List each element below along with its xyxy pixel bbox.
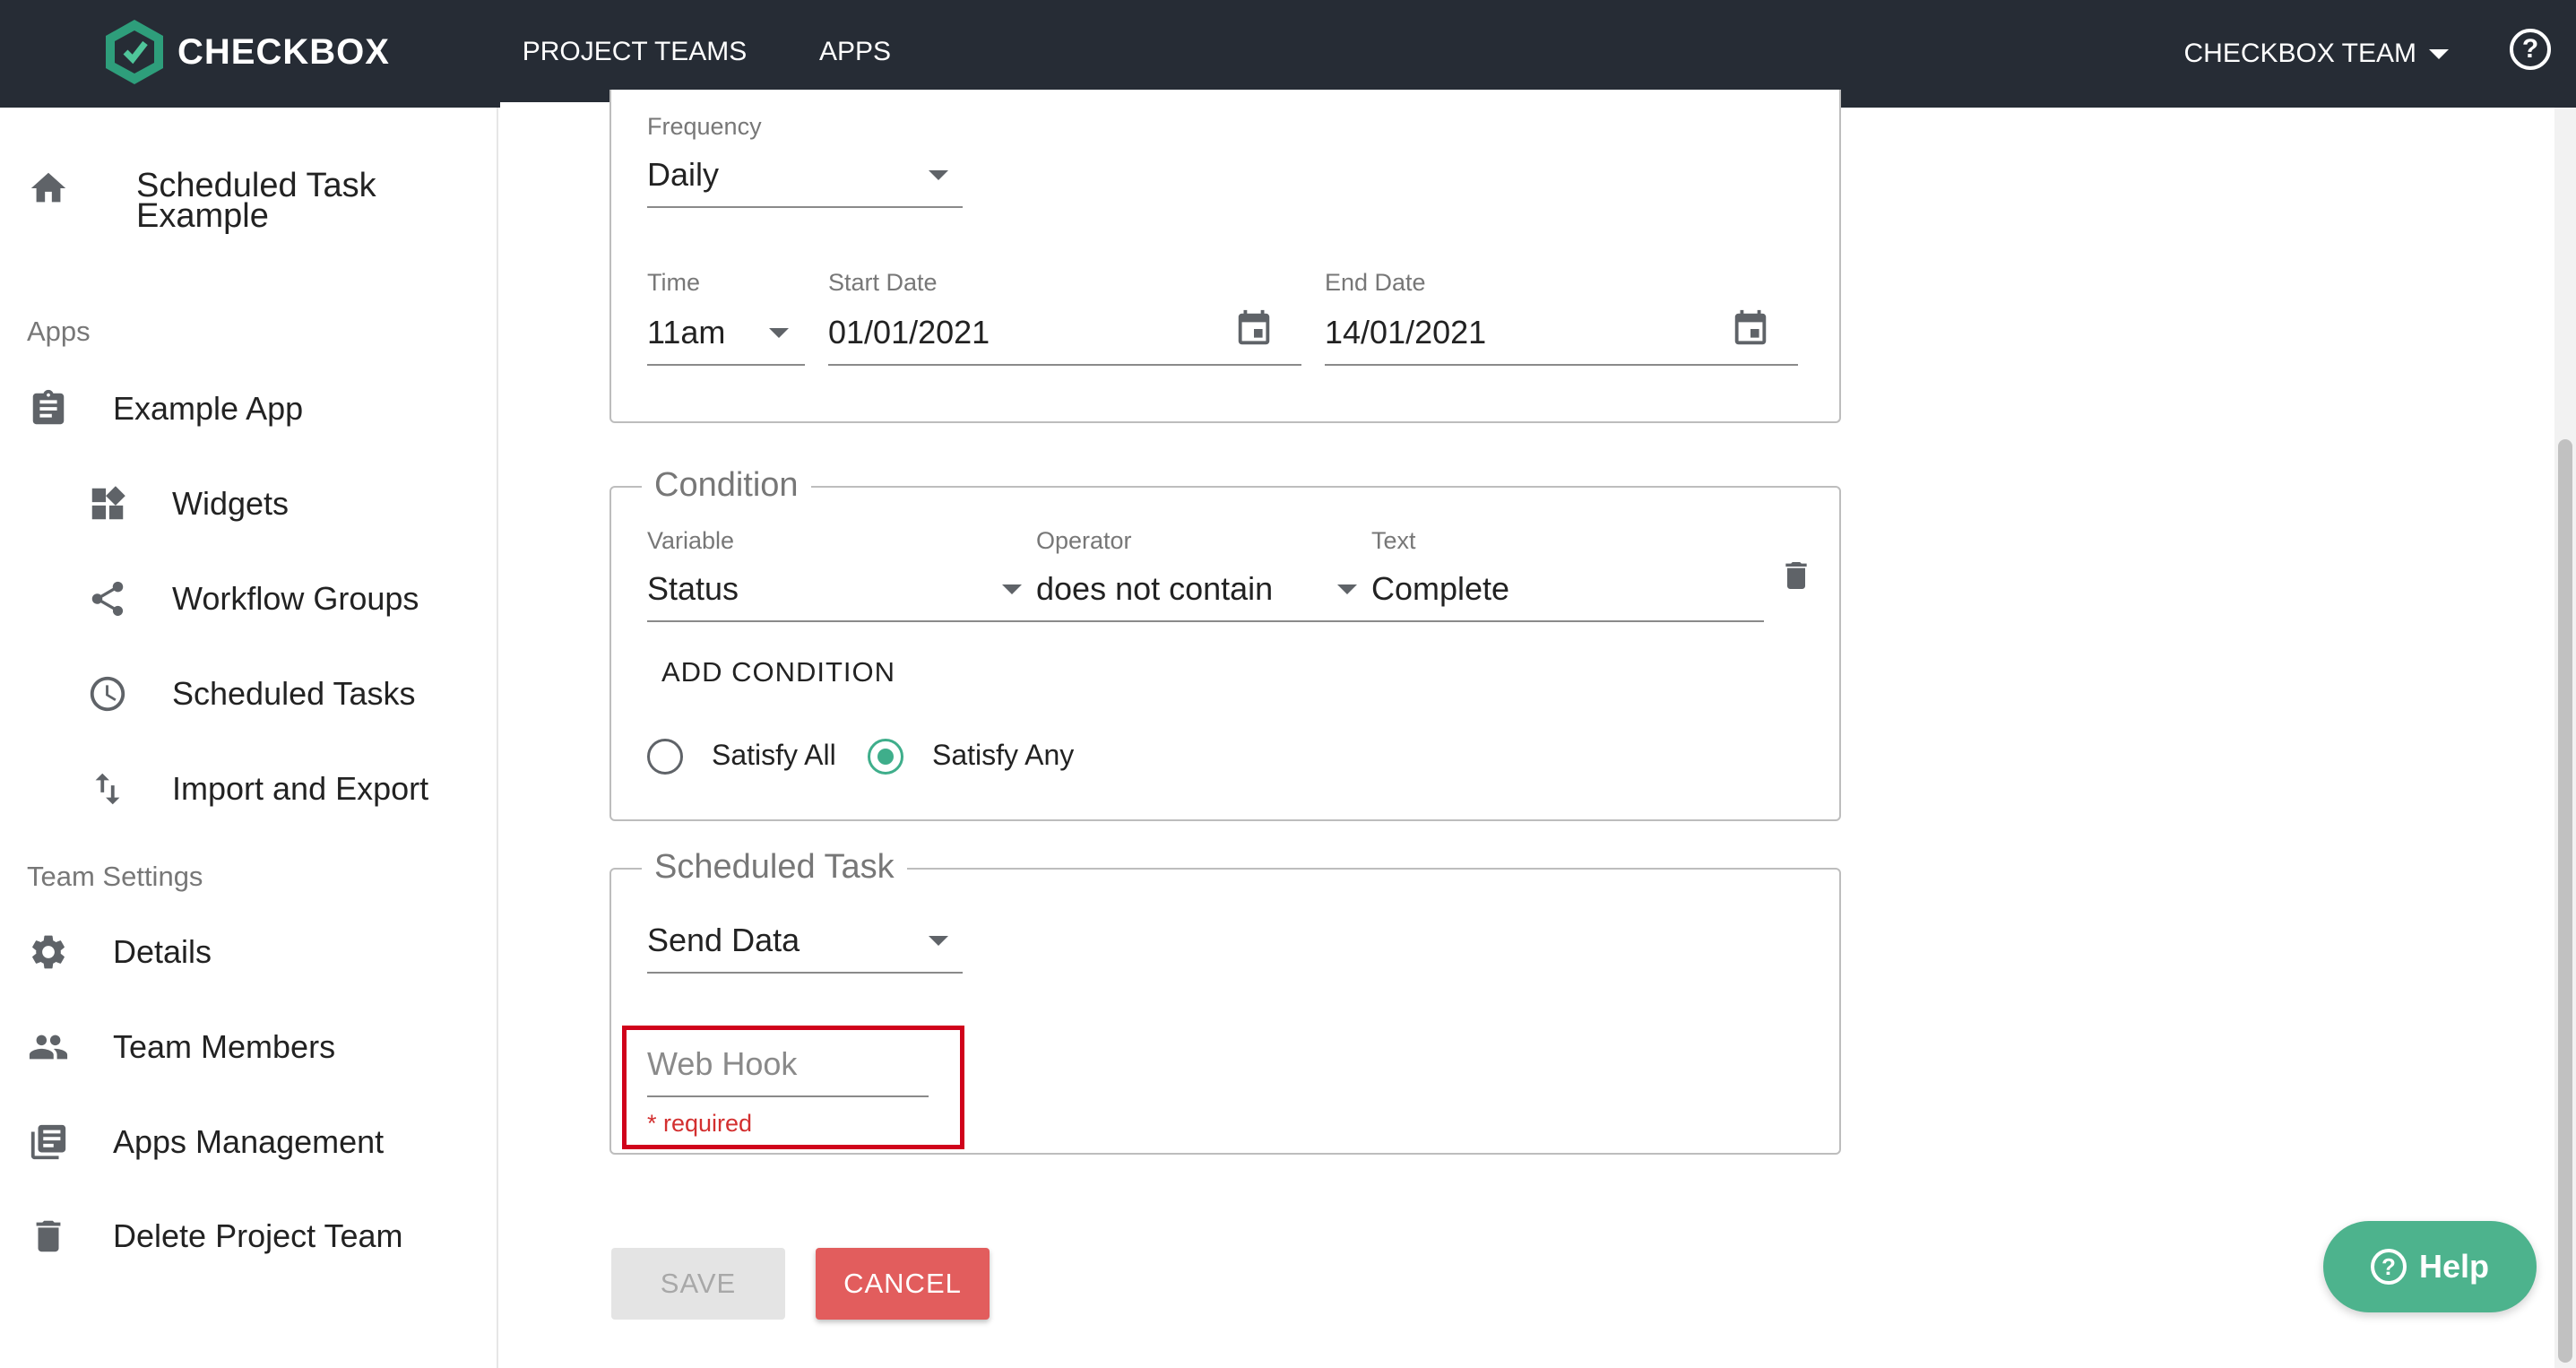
condition-row-underline bbox=[647, 620, 1764, 622]
time-label: Time bbox=[647, 269, 700, 296]
sidebar-item-label: Import and Export bbox=[172, 770, 429, 807]
sidebar-home[interactable] bbox=[27, 167, 70, 210]
webhook-underline bbox=[647, 1095, 929, 1097]
sidebar-item-delete-team[interactable]: Delete Project Team bbox=[27, 1215, 403, 1258]
people-icon bbox=[27, 1026, 70, 1069]
sidebar-item-team-members[interactable]: Team Members bbox=[27, 1026, 335, 1069]
time-value: 11am bbox=[647, 314, 726, 351]
action-underline bbox=[647, 972, 963, 974]
webhook-placeholder: Web Hook bbox=[647, 1045, 798, 1082]
share-icon bbox=[86, 577, 129, 620]
sidebar-item-label: Details bbox=[113, 933, 212, 970]
satisfy-all-radio[interactable] bbox=[647, 739, 683, 775]
checkbox-logo[interactable]: CHECKBOX bbox=[102, 18, 390, 86]
text-label: Text bbox=[1371, 527, 1416, 554]
apps-section-title: Apps bbox=[27, 316, 91, 347]
team-settings-section-title: Team Settings bbox=[27, 861, 203, 892]
brand-name: CHECKBOX bbox=[177, 31, 390, 72]
end-date-underline bbox=[1325, 364, 1798, 366]
sidebar-item-label: Delete Project Team bbox=[113, 1217, 403, 1254]
sidebar-item-label: Scheduled Tasks bbox=[172, 675, 416, 712]
sidebar-item-details[interactable]: Details bbox=[27, 931, 212, 974]
trash-icon[interactable] bbox=[1778, 558, 1814, 593]
project-name[interactable]: Scheduled Task Example bbox=[136, 167, 376, 235]
satisfy-any-label: Satisfy Any bbox=[932, 739, 1075, 771]
chevron-down-icon bbox=[929, 170, 948, 180]
project-name-line1: Scheduled Task bbox=[136, 167, 376, 204]
time-underline bbox=[647, 364, 805, 366]
save-button[interactable]: SAVE bbox=[611, 1248, 785, 1320]
action-value: Send Data bbox=[647, 922, 800, 958]
condition-text-input[interactable]: Complete bbox=[1371, 570, 1509, 608]
trash-icon bbox=[27, 1215, 70, 1258]
sidebar-item-workflow-groups[interactable]: Workflow Groups bbox=[86, 577, 419, 620]
cancel-button[interactable]: CANCEL bbox=[816, 1248, 990, 1320]
condition-card: Condition Variable Status Operator does … bbox=[609, 466, 1841, 821]
end-date-value: 14/01/2021 bbox=[1325, 314, 1487, 351]
sidebar-item-widgets[interactable]: Widgets bbox=[86, 482, 289, 525]
clock-icon bbox=[86, 672, 129, 715]
operator-value: does not contain bbox=[1036, 570, 1274, 607]
operator-label: Operator bbox=[1036, 527, 1132, 554]
condition-legend: Condition bbox=[642, 466, 811, 505]
chevron-down-icon bbox=[2429, 48, 2449, 59]
sidebar-item-label: Team Members bbox=[113, 1028, 336, 1065]
widgets-icon bbox=[86, 482, 129, 525]
import-export-icon bbox=[86, 767, 129, 810]
sidebar-item-scheduled-tasks[interactable]: Scheduled Tasks bbox=[86, 672, 416, 715]
help-circle-icon[interactable]: ? bbox=[2510, 29, 2551, 70]
home-icon bbox=[27, 167, 70, 210]
scheduled-task-card: Scheduled Task Send Data Web Hook * requ… bbox=[609, 848, 1841, 1155]
project-name-line2: Example bbox=[136, 197, 269, 235]
sidebar-item-label: Example App bbox=[113, 390, 304, 427]
help-widget-button[interactable]: ? Help bbox=[2323, 1221, 2537, 1312]
satisfy-any-radio[interactable] bbox=[868, 739, 903, 775]
team-menu[interactable]: CHECKBOX TEAM bbox=[2183, 0, 2449, 108]
frequency-underline bbox=[647, 206, 963, 208]
chevron-down-icon bbox=[929, 936, 948, 946]
start-date-value: 01/01/2021 bbox=[828, 314, 990, 351]
team-menu-label: CHECKBOX TEAM bbox=[2183, 39, 2417, 68]
sidebar: Scheduled Task Example Apps Example App … bbox=[0, 108, 498, 1368]
variable-value: Status bbox=[647, 570, 739, 607]
help-widget-label: Help bbox=[2418, 1248, 2489, 1285]
webhook-error-text: * required bbox=[647, 1110, 753, 1137]
sidebar-item-label: Workflow Groups bbox=[172, 580, 419, 617]
checkbox-logo-icon bbox=[106, 20, 163, 84]
scrollbar-thumb[interactable] bbox=[2558, 439, 2572, 1363]
add-condition-button[interactable]: ADD CONDITION bbox=[661, 656, 895, 688]
chevron-down-icon bbox=[1337, 584, 1357, 594]
start-date-label: Start Date bbox=[828, 269, 938, 296]
schedule-card: Frequency Daily Time 11am Start Date 01/… bbox=[609, 90, 1841, 423]
variable-label: Variable bbox=[647, 527, 735, 554]
satisfy-all-label: Satisfy All bbox=[712, 739, 836, 771]
sidebar-item-example-app[interactable]: Example App bbox=[27, 387, 303, 430]
start-date-underline bbox=[828, 364, 1301, 366]
frequency-label: Frequency bbox=[647, 113, 762, 140]
help-circle-icon: ? bbox=[2370, 1249, 2407, 1285]
end-date-label: End Date bbox=[1325, 269, 1426, 296]
clipboard-icon bbox=[27, 387, 70, 430]
scheduled-task-legend: Scheduled Task bbox=[642, 848, 907, 887]
sidebar-item-apps-management[interactable]: Apps Management bbox=[27, 1121, 384, 1164]
frequency-value: Daily bbox=[647, 156, 720, 193]
calendar-icon[interactable] bbox=[1730, 308, 1771, 350]
sidebar-item-label: Apps Management bbox=[113, 1123, 385, 1160]
calendar-icon[interactable] bbox=[1233, 308, 1275, 350]
chevron-down-icon bbox=[769, 328, 789, 338]
library-icon bbox=[27, 1121, 70, 1164]
chevron-down-icon bbox=[1002, 584, 1022, 594]
gear-icon bbox=[27, 931, 70, 974]
sidebar-item-label: Widgets bbox=[172, 485, 290, 522]
sidebar-item-import-export[interactable]: Import and Export bbox=[86, 767, 428, 810]
